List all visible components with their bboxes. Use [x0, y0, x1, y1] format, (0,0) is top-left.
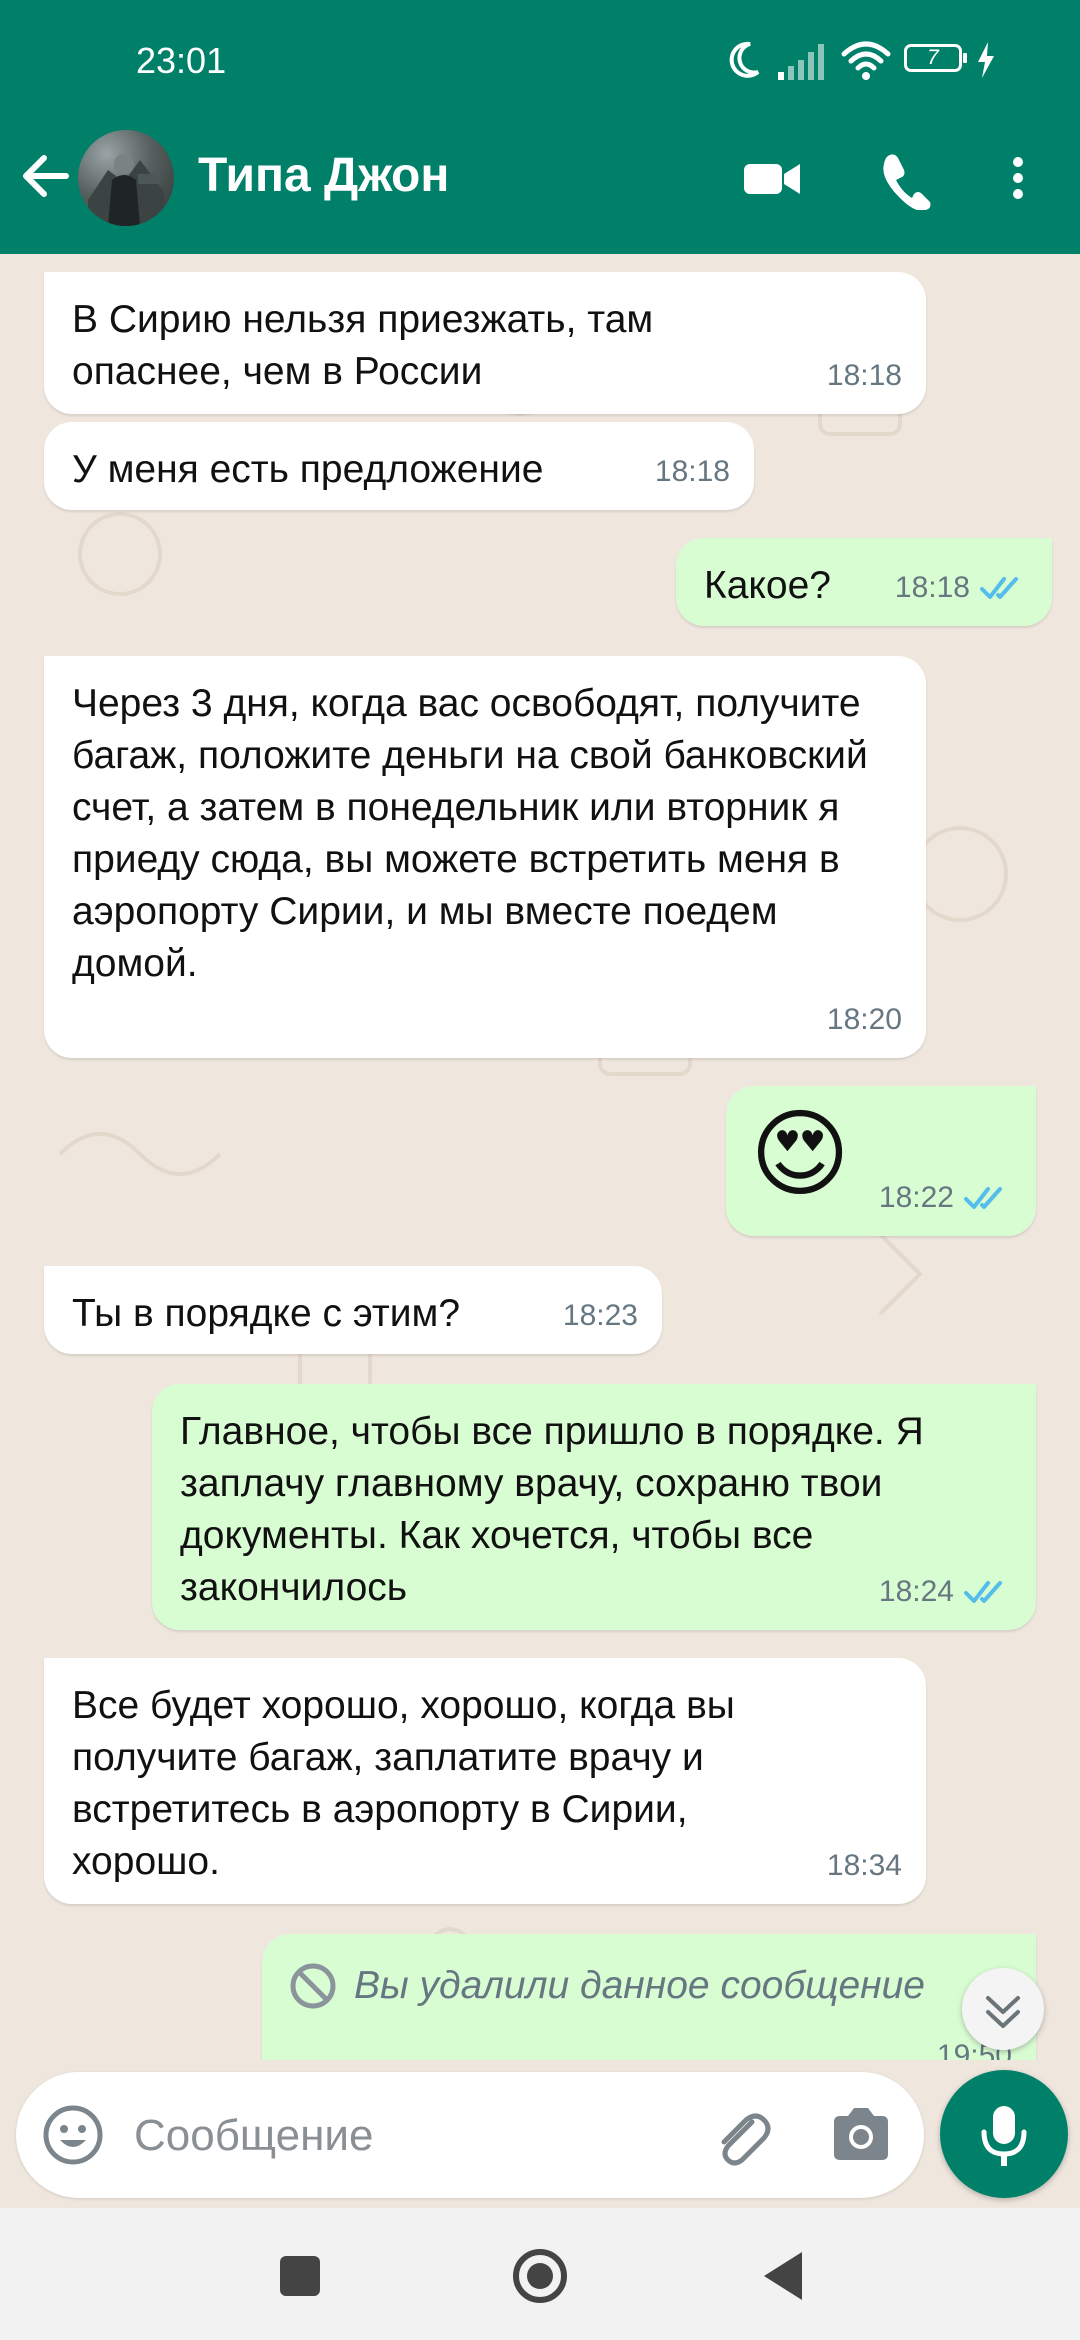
deleted-message: Вы удалили данное сообщение [288, 1960, 1010, 2012]
message-time: 18:24 [878, 1575, 954, 1608]
home-icon[interactable] [508, 2244, 572, 2308]
message-time: 18:18 [826, 359, 902, 392]
message-meta: 18:18 [827, 350, 902, 402]
microphone-icon [981, 2106, 1027, 2166]
message-time: 18:18 [654, 455, 730, 488]
back-icon[interactable] [752, 2244, 816, 2308]
avatar[interactable] [78, 130, 174, 226]
message-meta: 18:24 [879, 1566, 1012, 1618]
message-text: Ты в порядке с этим? [72, 1292, 461, 1335]
message-time: 18:23 [562, 1299, 638, 1332]
chat-header: 23:01 7 Типа Джон [0, 0, 1080, 254]
message-meta: 18:20 [827, 994, 902, 1046]
message-input[interactable] [132, 2094, 696, 2178]
back-arrow-icon[interactable] [18, 144, 74, 208]
message-text: Все будет хорошо, хорошо, когда вы получ… [72, 1684, 735, 1883]
message-bubble-deleted[interactable]: Вы удалили данное сообщение 19:50 [262, 1934, 1036, 2060]
blocked-icon [290, 1963, 336, 2009]
message-bubble-outgoing[interactable]: Главное, чтобы все пришло в порядке. Я з… [152, 1384, 1036, 1630]
message-time: 18:34 [826, 1849, 902, 1882]
message-meta: 18:22 [879, 1172, 1012, 1224]
signal-icon [778, 44, 824, 80]
status-icons: 7 [724, 38, 1044, 84]
message-text: В Сирию нельзя приезжать, там опаснее, ч… [72, 298, 654, 393]
scroll-to-bottom-button[interactable] [962, 1968, 1044, 2050]
more-vert-icon[interactable] [1006, 146, 1030, 210]
message-meta: 18:23 [563, 1290, 638, 1342]
message-text: Через 3 дня, когда вас освободят, получи… [72, 682, 868, 985]
double-chevron-down-icon [986, 1996, 1020, 2028]
message-bubble-outgoing[interactable]: 😍 18:22 [726, 1086, 1036, 1236]
status-time: 23:01 [136, 40, 227, 81]
moon-icon [729, 41, 760, 78]
wifi-icon [841, 41, 891, 80]
battery-icon: 7 [904, 44, 967, 72]
chat-area[interactable]: В Сирию нельзя приезжать, там опаснее, ч… [0, 254, 1080, 2060]
message-time: 18:20 [826, 1003, 902, 1036]
contact-name[interactable]: Типа Джон [198, 148, 449, 203]
message-text: У меня есть предложение [72, 448, 544, 491]
message-bubble-incoming[interactable]: У меня есть предложение 18:18 [44, 422, 754, 510]
message-text: Вы удалили данное сообщение [354, 1964, 925, 2007]
message-bubble-incoming[interactable]: Ты в порядке с этим? 18:23 [44, 1266, 662, 1354]
attach-icon[interactable] [706, 2102, 776, 2172]
battery-level: 7 [927, 46, 939, 69]
message-meta: 18:18 [895, 562, 1028, 614]
phone-icon[interactable] [876, 146, 932, 210]
camera-icon[interactable] [828, 2104, 894, 2164]
recent-apps-icon[interactable] [268, 2244, 332, 2308]
voice-record-button[interactable] [940, 2070, 1068, 2198]
message-bubble-outgoing[interactable]: Какое? 18:18 [676, 538, 1052, 626]
read-ticks-icon [964, 1581, 1002, 1603]
message-bubble-incoming[interactable]: В Сирию нельзя приезжать, там опаснее, ч… [44, 272, 926, 414]
system-nav-bar [0, 2208, 1080, 2340]
read-ticks-icon [964, 1187, 1002, 1209]
video-call-icon[interactable] [742, 146, 802, 210]
message-composer [16, 2072, 924, 2198]
read-ticks-icon [980, 577, 1018, 599]
message-time: 18:18 [894, 571, 970, 604]
message-bubble-incoming[interactable]: Все будет хорошо, хорошо, когда вы получ… [44, 1658, 926, 1904]
message-bubble-incoming[interactable]: Через 3 дня, когда вас освободят, получи… [44, 656, 926, 1058]
message-meta: 18:34 [827, 1840, 902, 1892]
emoji-icon[interactable] [40, 2102, 106, 2168]
message-time: 18:22 [878, 1181, 954, 1214]
charging-icon [978, 42, 994, 78]
message-meta: 18:18 [655, 446, 730, 498]
